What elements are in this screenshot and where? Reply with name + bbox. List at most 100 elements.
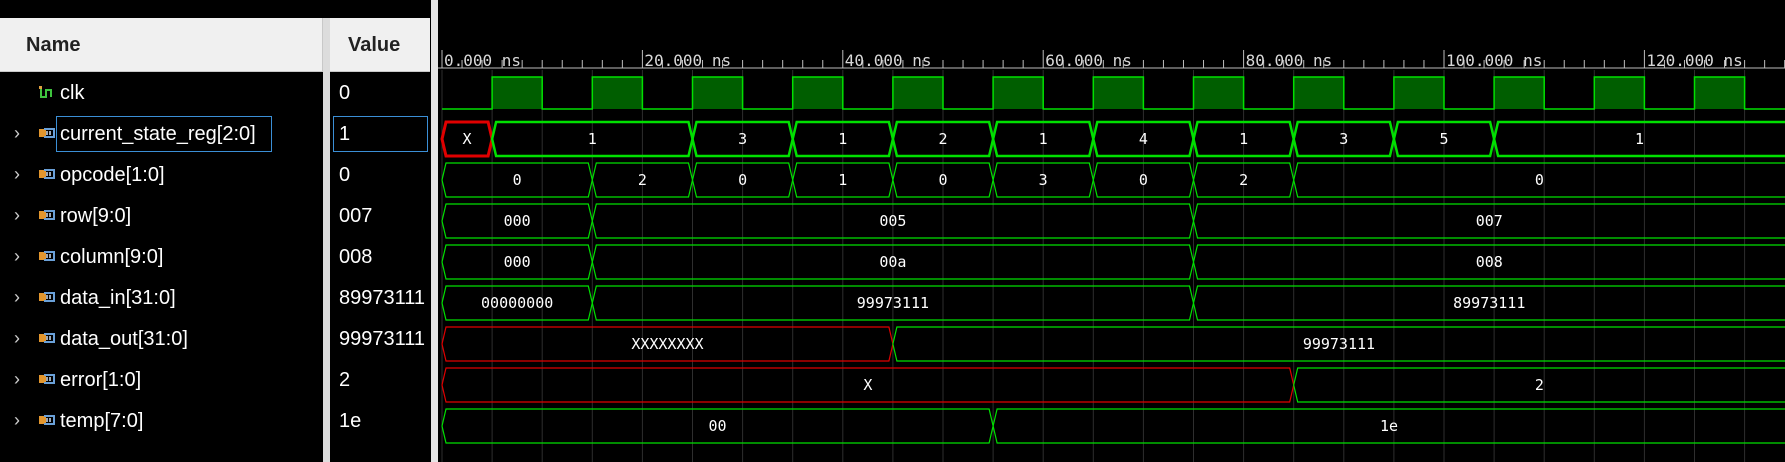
- clock-high-pulse: [1093, 77, 1144, 109]
- name-header-label: Name: [26, 34, 81, 56]
- bus-value-label: 2: [938, 130, 947, 148]
- timeline-label: 0.000 ns: [444, 51, 521, 70]
- signal-list-panel: Name Value clk 0 › current_state_reg[2:0] 1 ›…: [0, 0, 431, 462]
- chevron-right-icon[interactable]: ›: [14, 411, 30, 429]
- timeline-label: 60.000 ns: [1045, 51, 1132, 70]
- bus-value-label: 005: [879, 212, 906, 230]
- wire-icon: [39, 86, 52, 98]
- signal-row[interactable]: clk 0: [0, 73, 431, 114]
- bus-value-label: 3: [738, 130, 747, 148]
- waveform-panel[interactable]: 0.000 ns 20.000 ns 40.000 ns 60.000 ns 80.00…: [438, 0, 1785, 462]
- clock-high-pulse: [1393, 77, 1444, 109]
- timeline-label: 40.000 ns: [845, 51, 932, 70]
- bus-icon: [39, 333, 55, 343]
- signal-value: 008: [339, 246, 373, 268]
- bus-value-label: 2: [1239, 171, 1248, 189]
- bus-value-label: 000: [504, 253, 531, 271]
- bus-value-label: 00: [709, 417, 727, 435]
- chevron-right-icon[interactable]: ›: [14, 247, 30, 265]
- signal-name[interactable]: data_out[31:0]: [60, 328, 188, 351]
- signal-row[interactable]: › data_out[31:0] 99973111: [0, 319, 431, 360]
- signal-row[interactable]: › temp[7:0] 1e: [0, 401, 431, 442]
- bus-icon: [39, 292, 55, 302]
- chevron-right-icon[interactable]: ›: [14, 370, 30, 388]
- timeline-label: 80.000 ns: [1246, 51, 1333, 70]
- value-column-header[interactable]: Value: [330, 18, 430, 72]
- value-selection-outline: [333, 116, 428, 152]
- bus-value-label: 1: [838, 130, 847, 148]
- signal-name[interactable]: column[9:0]: [60, 246, 163, 269]
- clock-high-pulse: [1293, 77, 1344, 109]
- bus-value-label: 99973111: [1303, 335, 1375, 353]
- signal-name[interactable]: data_in[31:0]: [60, 287, 176, 310]
- signal-value: 2: [339, 369, 351, 391]
- bus-value-label: 0: [1139, 171, 1148, 189]
- bus-value-label: 89973111: [1453, 294, 1525, 312]
- bus-value-label: X: [463, 130, 472, 148]
- signal-value: 0: [339, 164, 351, 186]
- signal-value: 1e: [339, 410, 362, 432]
- bus-value-label: 1: [1039, 130, 1048, 148]
- clock-high-pulse: [492, 77, 543, 109]
- signal-name[interactable]: error[1:0]: [60, 369, 141, 392]
- chevron-right-icon[interactable]: ›: [14, 329, 30, 347]
- signal-value: 007: [339, 205, 373, 227]
- signal-row[interactable]: › opcode[1:0] 0: [0, 155, 431, 196]
- chevron-right-icon[interactable]: ›: [14, 124, 30, 142]
- bus-icon: [39, 169, 55, 179]
- signal-value: 89973111: [339, 287, 426, 309]
- bus-value-label: 5: [1439, 130, 1448, 148]
- bus-value-label: 0: [738, 171, 747, 189]
- signal-name[interactable]: opcode[1:0]: [60, 164, 165, 187]
- bus-value-label: 1: [1239, 130, 1248, 148]
- bus-value-label: X: [863, 376, 872, 394]
- signal-value: 0: [339, 82, 351, 104]
- bus-value-label: 000: [504, 212, 531, 230]
- bus-value-label: 2: [1535, 376, 1544, 394]
- name-column-header[interactable]: Name: [0, 18, 323, 72]
- bus-value-label: 008: [1476, 253, 1503, 271]
- signal-row[interactable]: › error[1:0] 2: [0, 360, 431, 401]
- signal-name[interactable]: temp[7:0]: [60, 410, 143, 433]
- signal-value: 99973111: [339, 328, 426, 350]
- clock-high-pulse: [1193, 77, 1244, 109]
- panel-splitter[interactable]: [431, 0, 438, 462]
- bus-value-label: XXXXXXXX: [631, 335, 703, 353]
- bus-value-label: 0: [513, 171, 522, 189]
- column-divider[interactable]: [323, 18, 330, 462]
- signal-row[interactable]: › data_in[31:0] 89973111: [0, 278, 431, 319]
- clock-high-pulse: [792, 77, 843, 109]
- clock-high-pulse: [1494, 77, 1545, 109]
- bus-value-label: 00000000: [481, 294, 553, 312]
- bus-value-label: 0: [938, 171, 947, 189]
- clock-high-pulse: [993, 77, 1044, 109]
- chevron-right-icon[interactable]: ›: [14, 165, 30, 183]
- signal-row[interactable]: › current_state_reg[2:0] 1: [0, 114, 431, 155]
- bus-icon: [39, 374, 55, 384]
- clock-high-pulse: [1694, 77, 1745, 109]
- waveform-canvas[interactable]: 0.000 ns 20.000 ns 40.000 ns 60.000 ns 80.00…: [438, 0, 1785, 462]
- bus-value-label: 2: [638, 171, 647, 189]
- bus-icon: [39, 415, 55, 425]
- bus-value-label: 1: [588, 130, 597, 148]
- selection-outline: [56, 116, 272, 152]
- clock-high-pulse: [1594, 77, 1645, 109]
- signal-row[interactable]: › column[9:0] 008: [0, 237, 431, 278]
- signal-row[interactable]: › row[9:0] 007: [0, 196, 431, 237]
- chevron-right-icon[interactable]: ›: [14, 206, 30, 224]
- bus-value-label: 99973111: [857, 294, 929, 312]
- bus-value-label: 1e: [1380, 417, 1398, 435]
- bus-value-label: 1: [838, 171, 847, 189]
- chevron-right-icon[interactable]: ›: [14, 288, 30, 306]
- bus-icon: [39, 251, 55, 261]
- timeline-label: 100.000 ns: [1446, 51, 1542, 70]
- bus-icon: [39, 128, 55, 138]
- bus-value-label: 4: [1139, 130, 1148, 148]
- signal-name[interactable]: row[9:0]: [60, 205, 131, 228]
- clock-high-pulse: [892, 77, 943, 109]
- bus-value-label: 1: [1635, 130, 1644, 148]
- bus-value-label: 3: [1339, 130, 1348, 148]
- timeline-label: 120.000 ns: [1646, 51, 1742, 70]
- signal-name[interactable]: clk: [60, 82, 84, 105]
- value-header-label: Value: [348, 34, 401, 56]
